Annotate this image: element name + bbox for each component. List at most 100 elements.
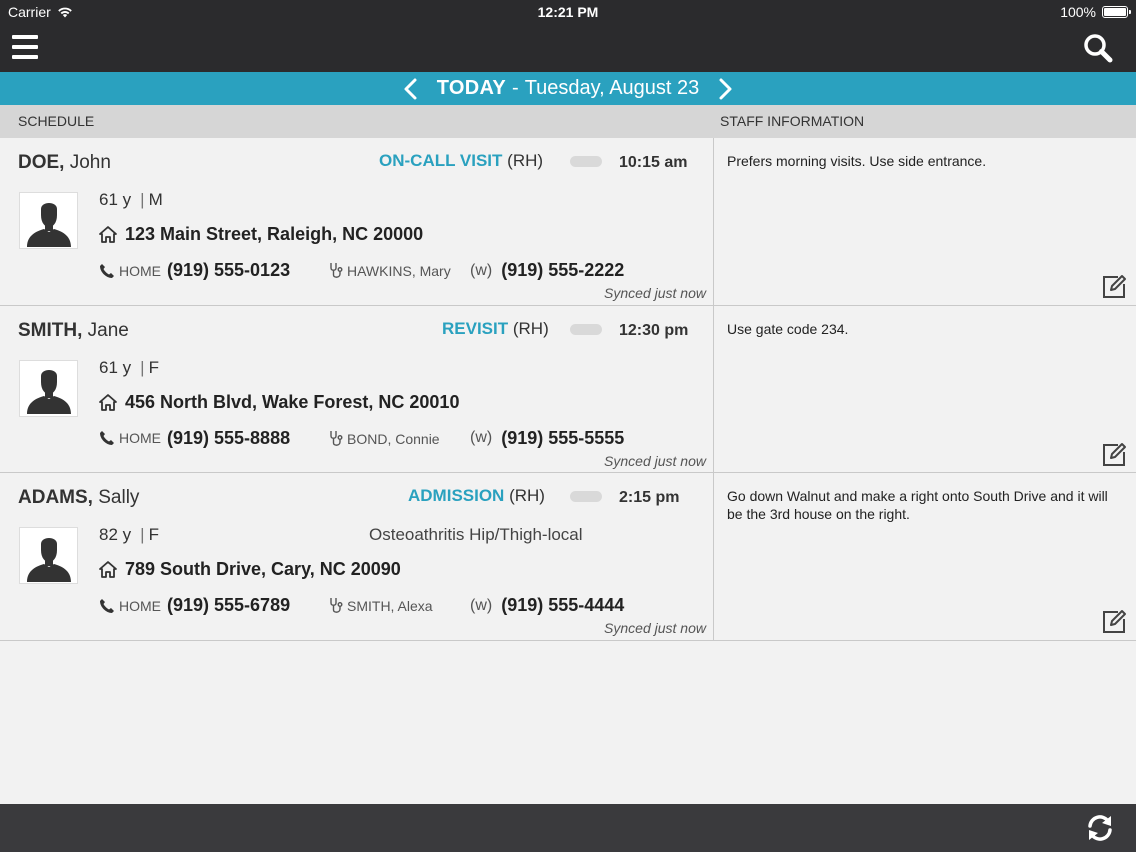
date-separator: - [512,77,519,99]
phone-label: HOME [119,262,161,279]
diagnosis: Osteoathritis Hip/Thigh-local [369,525,583,544]
work-label: (w) [470,261,493,279]
battery-info: 100% [1060,4,1131,20]
home-phone[interactable]: HOME (919) 555-0123 [99,260,290,281]
patient-name: DOE, John [18,152,111,174]
battery-percent: 100% [1060,4,1096,20]
bottom-toolbar [0,804,1136,852]
edit-icon[interactable] [1101,274,1127,300]
sync-status: Synced just now [604,452,706,469]
patient-last-name: DOE, [18,152,65,173]
work-label: (w) [470,596,493,614]
phone-number: (919) 555-6789 [167,595,291,615]
edit-icon[interactable] [1101,609,1127,635]
today-label: TODAY [436,77,507,99]
stethoscope-icon [330,263,343,278]
patient-last-name: ADAMS, [18,487,93,508]
visit-type-label: ADMISSION [408,486,505,505]
avatar [19,359,78,417]
work-phone[interactable]: (w) (919) 555-2222 [470,260,624,281]
address-text: 789 South Drive, Cary, NC 20090 [125,559,401,579]
visit-code: (RH) [509,486,545,505]
work-phone-number: (919) 555-4444 [501,595,625,615]
caregiver-name: SMITH, Alexa [347,598,433,614]
patient-address[interactable]: 789 South Drive, Cary, NC 20090 [99,559,401,580]
visit-type: REVISIT (RH) [442,319,549,339]
hamburger-icon[interactable] [12,34,40,60]
visit-list: DOE, John ON-CALL VISIT (RH) 10:15 am 61… [0,138,1136,641]
patient-age-gender: 61 y | M [99,190,163,209]
patient-name: SMITH, Jane [18,320,129,342]
avatar [19,527,78,584]
person-silhouette-icon [22,362,75,414]
work-phone[interactable]: (w) (919) 555-5555 [470,428,624,449]
visit-row[interactable]: SMITH, Jane REVISIT (RH) 12:30 pm 61 y | F… [0,305,1136,473]
phone-icon [100,431,114,445]
visit-code: (RH) [507,151,544,170]
phone-label: HOME [119,430,161,446]
home-phone[interactable]: HOME (919) 555-8888 [99,428,290,449]
visit-row[interactable]: ADAMS, Sally ADMISSION (RH) 2:15 pm 82 y… [0,473,1136,641]
patient-age: 61 y [99,190,132,209]
home-icon [99,393,117,411]
caregiver: HAWKINS, Mary [329,262,451,280]
status-time: 12:21 PM [537,4,599,20]
patient-address[interactable]: 123 Main Street, Raleigh, NC 20000 [99,224,423,245]
visit-type-label: ON-CALL VISIT [379,151,503,170]
caregiver-name: HAWKINS, Mary [347,263,451,279]
date-bar: TODAY - Tuesday, August 23 [0,72,1136,105]
schedule-header: SCHEDULE [18,113,95,129]
patient-age-gender: 61 y | F [99,357,159,377]
patient-last-name: SMITH, [18,319,83,341]
status-bar: Carrier 12:21 PM 100% [0,0,1136,24]
stethoscope-icon [330,598,343,613]
chevron-right-icon[interactable] [713,77,737,101]
home-icon [99,226,117,243]
patient-gender: M [148,190,163,209]
visit-time: 2:15 pm [619,489,680,506]
patient-name: ADAMS, Sally [18,487,139,509]
visit-type: ADMISSION (RH) [408,486,545,506]
search-icon[interactable] [1082,32,1114,64]
phone-icon [100,598,114,613]
patient-first-name: John [69,152,111,173]
patient-first-name: Sally [98,487,140,508]
status-pill [570,491,602,502]
visit-time: 12:30 pm [619,321,689,339]
chevron-left-icon[interactable] [399,77,423,101]
phone-number: (919) 555-8888 [167,427,291,448]
patient-gender: F [148,525,159,544]
address-text: 456 North Blvd, Wake Forest, NC 20010 [125,391,460,412]
work-phone[interactable]: (w) (919) 555-4444 [470,595,624,616]
edit-icon[interactable] [1101,442,1127,468]
staff-note: Use gate code 234. [727,320,849,337]
phone-icon [100,263,114,278]
caregiver: SMITH, Alexa [329,597,433,615]
phone-label: HOME [119,597,161,614]
sync-status: Synced just now [604,285,706,301]
visit-type-label: REVISIT [442,318,509,338]
patient-age-gender: 82 y | F [99,525,159,544]
home-phone[interactable]: HOME (919) 555-6789 [99,595,290,616]
person-silhouette-icon [22,529,75,582]
patient-age: 82 y [99,525,132,544]
address-text: 123 Main Street, Raleigh, NC 20000 [125,224,424,244]
staff-info-header: STAFF INFORMATION [720,113,865,129]
sync-icon[interactable] [1084,812,1116,844]
caregiver: BOND, Connie [329,430,440,448]
staff-note: Prefers morning visits. Use side entranc… [727,153,987,169]
status-pill [570,323,602,335]
visit-type: ON-CALL VISIT (RH) [379,151,543,171]
sync-status: Synced just now [604,620,706,636]
patient-gender: F [148,357,159,377]
visit-time: 10:15 am [619,154,688,171]
patient-age: 61 y [99,357,132,377]
home-icon [99,561,117,578]
column-headers: SCHEDULE STAFF INFORMATION [0,105,1136,138]
staff-note: Go down Walnut and make a right onto Sou… [727,488,1108,522]
battery-icon [1102,6,1131,18]
patient-address[interactable]: 456 North Blvd, Wake Forest, NC 20010 [99,392,459,413]
visit-row[interactable]: DOE, John ON-CALL VISIT (RH) 10:15 am 61… [0,138,1136,306]
person-silhouette-icon [22,194,75,247]
phone-number: (919) 555-0123 [167,260,291,280]
